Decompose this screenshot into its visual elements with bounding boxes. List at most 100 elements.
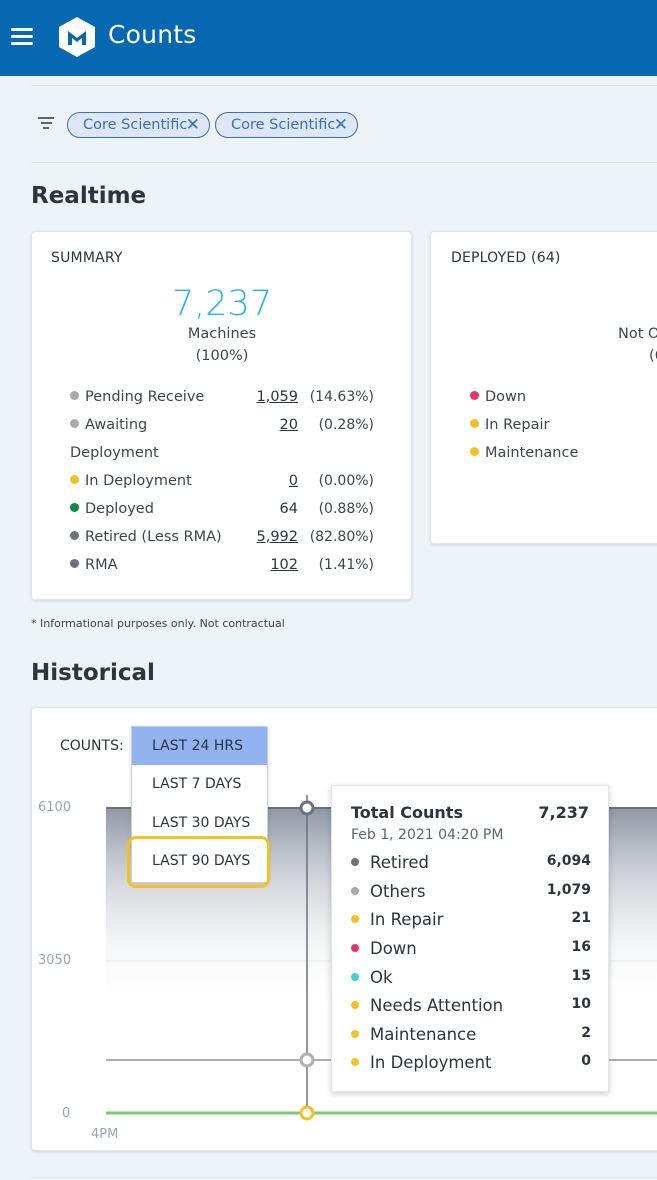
range-option-24h[interactable]: LAST 24 HRS <box>132 727 267 765</box>
rma-pct: (1.41%) <box>318 557 374 573</box>
status-dot <box>351 1030 359 1038</box>
status-dot <box>351 973 359 981</box>
status-dot <box>70 391 79 400</box>
pending-receive-pct: (14.63%) <box>309 389 374 405</box>
divider <box>31 85 657 86</box>
summary-row-pending-receive: Pending Receive <box>70 389 204 409</box>
tooltip-row-retired: Retired 6,094 <box>351 853 591 875</box>
awaiting-deployment-link[interactable]: 20 <box>242 417 298 433</box>
deployed-value: 64 <box>279 501 298 517</box>
retired-link[interactable]: 5,992 <box>242 529 298 545</box>
summary-row-retired: Retired (Less RMA) <box>70 529 222 549</box>
tooltip-total: 7,237 <box>538 803 589 822</box>
hamburger-menu-icon[interactable] <box>11 28 33 46</box>
tooltip-row-value: 1,079 <box>546 882 591 898</box>
y-tick-label: 0 <box>62 1106 71 1121</box>
divider <box>31 162 657 163</box>
total-machines-value: 7,237 <box>171 284 273 324</box>
app-header: Counts <box>0 0 657 76</box>
tooltip-row-in-repair: In Repair 21 <box>351 910 591 932</box>
close-icon[interactable]: ✕ <box>334 113 348 137</box>
tooltip-row-label: Retired <box>370 853 429 872</box>
tooltip-row-value: 0 <box>581 1053 591 1069</box>
tooltip-row-label: Ok <box>370 968 393 987</box>
tooltip-date: Feb 1, 2021 04:20 PM <box>351 827 504 843</box>
rma-link[interactable]: 102 <box>242 557 298 573</box>
retired-pct: (82.80%) <box>309 529 374 545</box>
chart-tooltip: Total Counts 7,237 Feb 1, 2021 04:20 PM … <box>331 785 609 1092</box>
summary-row-rma: RMA <box>70 557 118 577</box>
summary-row-in-deployment: In Deployment <box>70 473 192 493</box>
row-label: Down <box>485 389 527 405</box>
tooltip-row-label: Others <box>370 882 426 901</box>
close-icon[interactable]: ✕ <box>186 113 200 137</box>
card-title: DEPLOYED (64) <box>451 250 561 266</box>
filter-chip-label: Core Scientific <box>231 117 336 133</box>
y-tick-label: 6100 <box>38 800 72 815</box>
tooltip-row-label: Down <box>370 939 417 958</box>
summary-row-deployed: Deployed <box>70 501 154 521</box>
x-tick-label: 4PM <box>91 1127 119 1142</box>
row-label: Retired (Less RMA) <box>85 529 222 545</box>
row-label: Pending Receive <box>85 389 205 405</box>
divider <box>31 1177 657 1178</box>
status-dot <box>351 1058 359 1066</box>
status-dot <box>351 915 359 923</box>
awaiting-deployment-pct: (0.28%) <box>318 417 374 433</box>
filter-icon[interactable] <box>38 117 54 131</box>
filter-chip-label: Core Scientific <box>83 117 188 133</box>
in-deployment-pct: (0.00%) <box>318 473 374 489</box>
tooltip-row-value: 2 <box>581 1025 591 1041</box>
total-machines-label: Machines <box>187 326 257 342</box>
row-label: Deployed <box>85 501 154 517</box>
tooltip-row-label: In Repair <box>370 910 444 929</box>
section-title-realtime: Realtime <box>31 183 147 209</box>
tooltip-row-down: Down 16 <box>351 939 591 961</box>
deployed-status-label: Not O <box>618 326 657 342</box>
row-label: RMA <box>85 557 118 573</box>
filter-chip[interactable]: Core Scientific ✕ <box>67 112 210 138</box>
card-title: SUMMARY <box>51 250 123 266</box>
status-dot <box>351 858 359 866</box>
summary-card: SUMMARY 7,237 Machines (100%) Pending Re… <box>31 231 412 600</box>
in-deployment-link[interactable]: 0 <box>242 473 298 489</box>
total-machines-pct: (100%) <box>195 348 249 364</box>
status-dot <box>70 419 79 428</box>
status-dot <box>351 1001 359 1009</box>
section-title-historical: Historical <box>31 660 155 686</box>
status-dot <box>70 503 79 512</box>
row-label: Awaiting <box>85 417 148 433</box>
deployed-row-maintenance: Maintenance <box>470 445 578 465</box>
summary-row-awaiting: Awaiting <box>70 417 147 437</box>
deployed-status-pct: (6 <box>649 348 657 364</box>
pending-receive-link[interactable]: 1,059 <box>242 389 298 405</box>
tooltip-row-value: 21 <box>571 910 591 926</box>
filter-chip[interactable]: Core Scientific ✕ <box>215 112 358 138</box>
status-dot <box>70 559 79 568</box>
status-dot <box>470 391 479 400</box>
status-dot <box>470 419 479 428</box>
row-label-continued: Deployment <box>70 445 159 461</box>
range-option-7d[interactable]: LAST 7 DAYS <box>132 765 267 803</box>
deployed-card: DEPLOYED (64) Not O (6 Down In Repair Ma… <box>430 231 657 544</box>
row-label: Maintenance <box>485 445 579 461</box>
tooltip-row-value: 15 <box>571 968 591 984</box>
page-title: Counts <box>108 20 197 49</box>
tooltip-row-label: In Deployment <box>370 1053 492 1072</box>
tooltip-row-value: 6,094 <box>546 853 591 869</box>
tooltip-row-others: Others 1,079 <box>351 882 591 904</box>
tooltip-row-value: 16 <box>571 939 591 955</box>
deployed-row-down: Down <box>470 389 526 409</box>
highlight-box <box>127 836 270 888</box>
cube-logo-icon <box>59 17 95 57</box>
tooltip-row-in-deployment: In Deployment 0 <box>351 1053 591 1075</box>
footnote: * Informational purposes only. Not contr… <box>31 617 285 630</box>
tooltip-row-ok: Ok 15 <box>351 968 591 990</box>
tooltip-title: Total Counts <box>351 803 463 822</box>
y-tick-label: 3050 <box>38 953 72 968</box>
status-dot <box>470 447 479 456</box>
status-dot <box>351 887 359 895</box>
deployed-row-in-repair: In Repair <box>470 417 550 437</box>
row-label: In Repair <box>485 417 550 433</box>
status-dot <box>70 531 79 540</box>
